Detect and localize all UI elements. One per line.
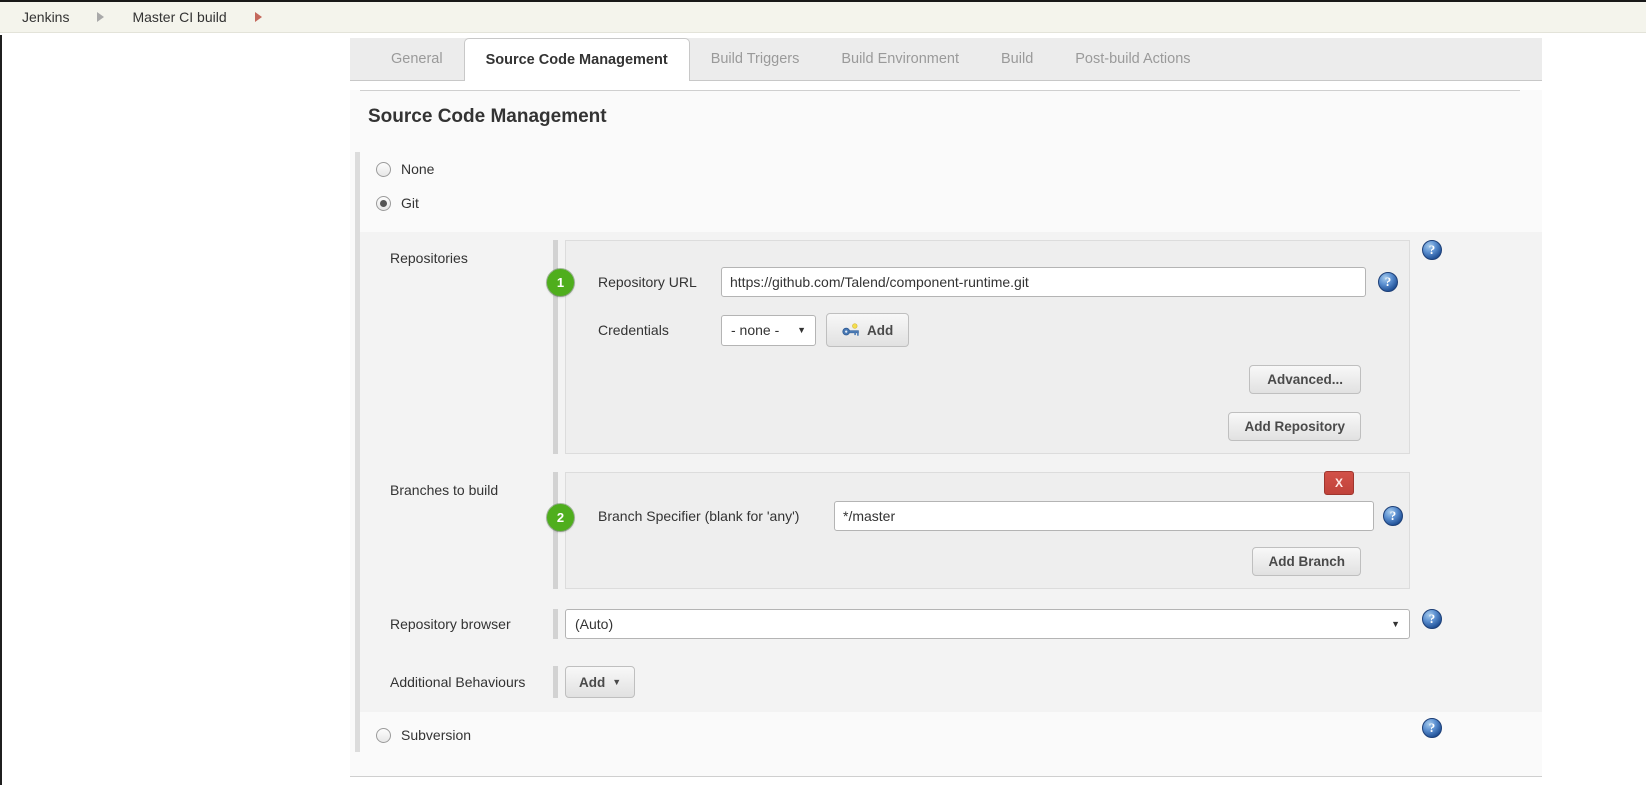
step-badge-1: 1 [547,269,574,296]
repository-browser-row: Repository browser (Auto) ▼ ? [360,609,1542,639]
repositories-label: Repositories [360,240,553,266]
radio-none-label: None [401,161,434,177]
chevron-right-icon [97,12,104,22]
left-pane [0,35,350,785]
config-tabbar: General Source Code Management Build Tri… [350,38,1542,81]
chevron-down-icon: ▼ [787,325,806,335]
chevron-right-icon[interactable] [255,12,262,22]
repository-panel-actions: Advanced... Add Repository [566,365,1409,441]
credentials-label: Credentials [598,322,721,338]
radio-git[interactable] [376,196,391,211]
add-behaviour-label: Add [579,675,605,690]
chevron-down-icon: ▼ [612,677,621,687]
add-branch-button[interactable]: Add Branch [1252,547,1361,576]
help-icon[interactable]: ? [1422,609,1442,629]
scm-option-subversion[interactable]: Subversion ? [360,718,1542,752]
scm-section: None Git Repositories 1 Repository UR [355,152,1542,752]
repository-panel: 1 Repository URL ? Credentials - none - … [565,240,1410,454]
help-icon[interactable]: ? [1383,506,1403,526]
tab-source-code-management[interactable]: Source Code Management [464,38,690,81]
radio-git-label: Git [401,195,419,211]
branches-row: Branches to build X 2 Branch Specifier (… [360,472,1542,589]
breadcrumb: Jenkins Master CI build [0,0,1646,33]
radio-none[interactable] [376,162,391,177]
tab-post-build-actions[interactable]: Post-build Actions [1054,38,1211,80]
branch-specifier-row: Branch Specifier (blank for 'any') ? [598,501,1409,531]
repositories-row: Repositories 1 Repository URL ? Credenti… [360,240,1542,454]
branches-panel: X 2 Branch Specifier (blank for 'any') ?… [565,472,1410,589]
branches-label: Branches to build [360,472,553,498]
section-bar [553,666,558,698]
tab-general[interactable]: General [370,38,464,80]
radio-subversion[interactable] [376,728,391,743]
key-icon [842,323,860,337]
scm-option-none[interactable]: None [360,152,1542,186]
divider [360,90,1520,91]
repository-browser-select[interactable]: (Auto) ▼ [565,609,1410,639]
tab-build-environment[interactable]: Build Environment [820,38,980,80]
delete-branch-button[interactable]: X [1324,471,1354,495]
advanced-button[interactable]: Advanced... [1249,365,1361,394]
chevron-down-icon: ▼ [1381,619,1400,629]
help-icon[interactable]: ? [1378,272,1398,292]
add-behaviour-button[interactable]: Add ▼ [565,666,635,698]
repository-browser-selected-value: (Auto) [575,616,613,632]
credentials-row: Credentials - none - ▼ [598,313,1409,347]
content-body: Source Code Management None Git Reposito… [350,90,1542,777]
add-credentials-button[interactable]: Add [826,313,909,347]
tab-build[interactable]: Build [980,38,1054,80]
section-bar [553,609,558,639]
repository-browser-label: Repository browser [360,609,553,632]
job-config-content: General Source Code Management Build Tri… [350,38,1542,777]
repository-url-label: Repository URL [598,274,721,290]
page-title: Source Code Management [368,106,1542,128]
additional-behaviours-row: Additional Behaviours Add ▼ [360,666,1542,698]
branch-specifier-input[interactable] [834,501,1374,531]
help-icon[interactable]: ? [1422,718,1442,738]
branches-panel-actions: Add Branch [566,547,1409,576]
scm-option-git[interactable]: Git [360,186,1542,220]
breadcrumb-item-jenkins[interactable]: Jenkins [22,9,69,25]
radio-subversion-label: Subversion [401,727,471,743]
help-icon[interactable]: ? [1422,240,1442,260]
add-credentials-label: Add [867,323,893,338]
step-badge-2: 2 [547,504,574,531]
tab-build-triggers[interactable]: Build Triggers [690,38,821,80]
add-repository-button[interactable]: Add Repository [1228,412,1361,441]
repository-url-row: Repository URL ? [598,267,1409,297]
additional-behaviours-label: Additional Behaviours [360,666,553,690]
credentials-selected-value: - none - [731,322,779,338]
credentials-select[interactable]: - none - ▼ [721,315,816,346]
repository-url-input[interactable] [721,267,1366,297]
branch-specifier-label: Branch Specifier (blank for 'any') [598,508,834,524]
breadcrumb-item-job[interactable]: Master CI build [132,9,226,25]
git-config-block: Repositories 1 Repository URL ? Credenti… [360,232,1542,712]
